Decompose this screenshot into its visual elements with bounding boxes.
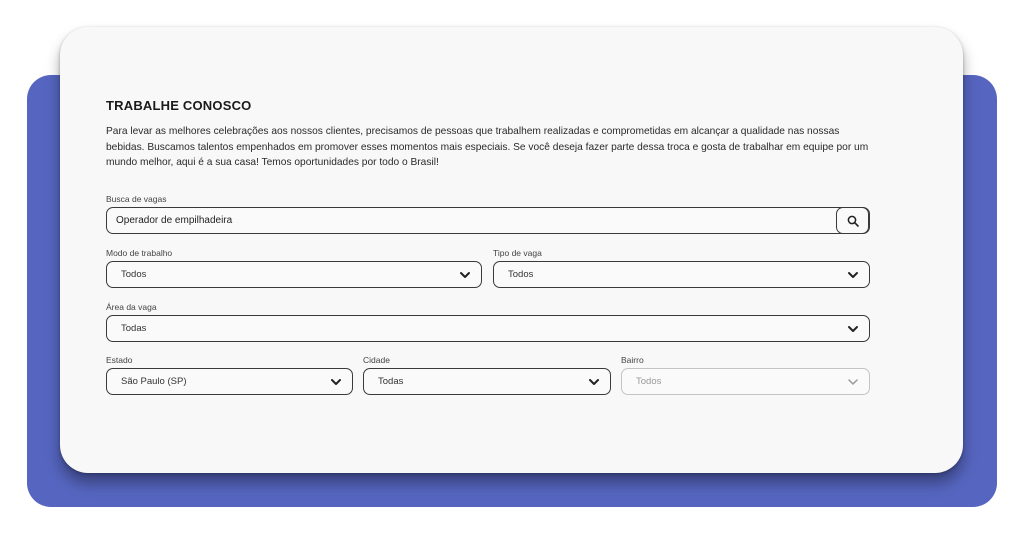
neighborhood-value: Todos [636,376,662,387]
job-area-select[interactable]: Todas [106,315,870,342]
job-type-select[interactable]: Todos [493,261,870,288]
chevron-down-icon [460,272,470,278]
chevron-down-icon [331,379,341,385]
work-mode-label: Modo de trabalho [106,248,173,258]
city-label: Cidade [363,355,390,365]
job-area-label: Área da vaga [106,302,157,312]
section-title: TRABALHE CONOSCO [106,98,252,113]
search-field [106,207,870,234]
city-value: Todas [378,376,404,387]
chevron-down-icon [848,326,858,332]
search-icon [847,215,859,227]
chevron-down-icon [589,379,599,385]
state-label: Estado [106,355,133,365]
city-select[interactable]: Todas [363,368,611,395]
search-label: Busca de vagas [106,194,167,204]
chevron-down-icon [848,272,858,278]
work-mode-value: Todos [121,269,147,280]
neighborhood-label: Bairro [621,355,644,365]
search-input[interactable] [116,208,816,233]
search-button[interactable] [836,207,869,234]
work-mode-select[interactable]: Todos [106,261,482,288]
neighborhood-select[interactable]: Todos [621,368,870,395]
state-select[interactable]: São Paulo (SP) [106,368,353,395]
job-search-card: TRABALHE CONOSCO Para levar as melhores … [60,27,963,473]
job-type-value: Todos [508,269,534,280]
chevron-down-icon [848,379,858,385]
job-type-label: Tipo de vaga [493,248,542,258]
section-description: Para levar as melhores celebrações aos n… [106,126,869,168]
job-area-value: Todas [121,323,147,334]
state-value: São Paulo (SP) [121,376,187,387]
